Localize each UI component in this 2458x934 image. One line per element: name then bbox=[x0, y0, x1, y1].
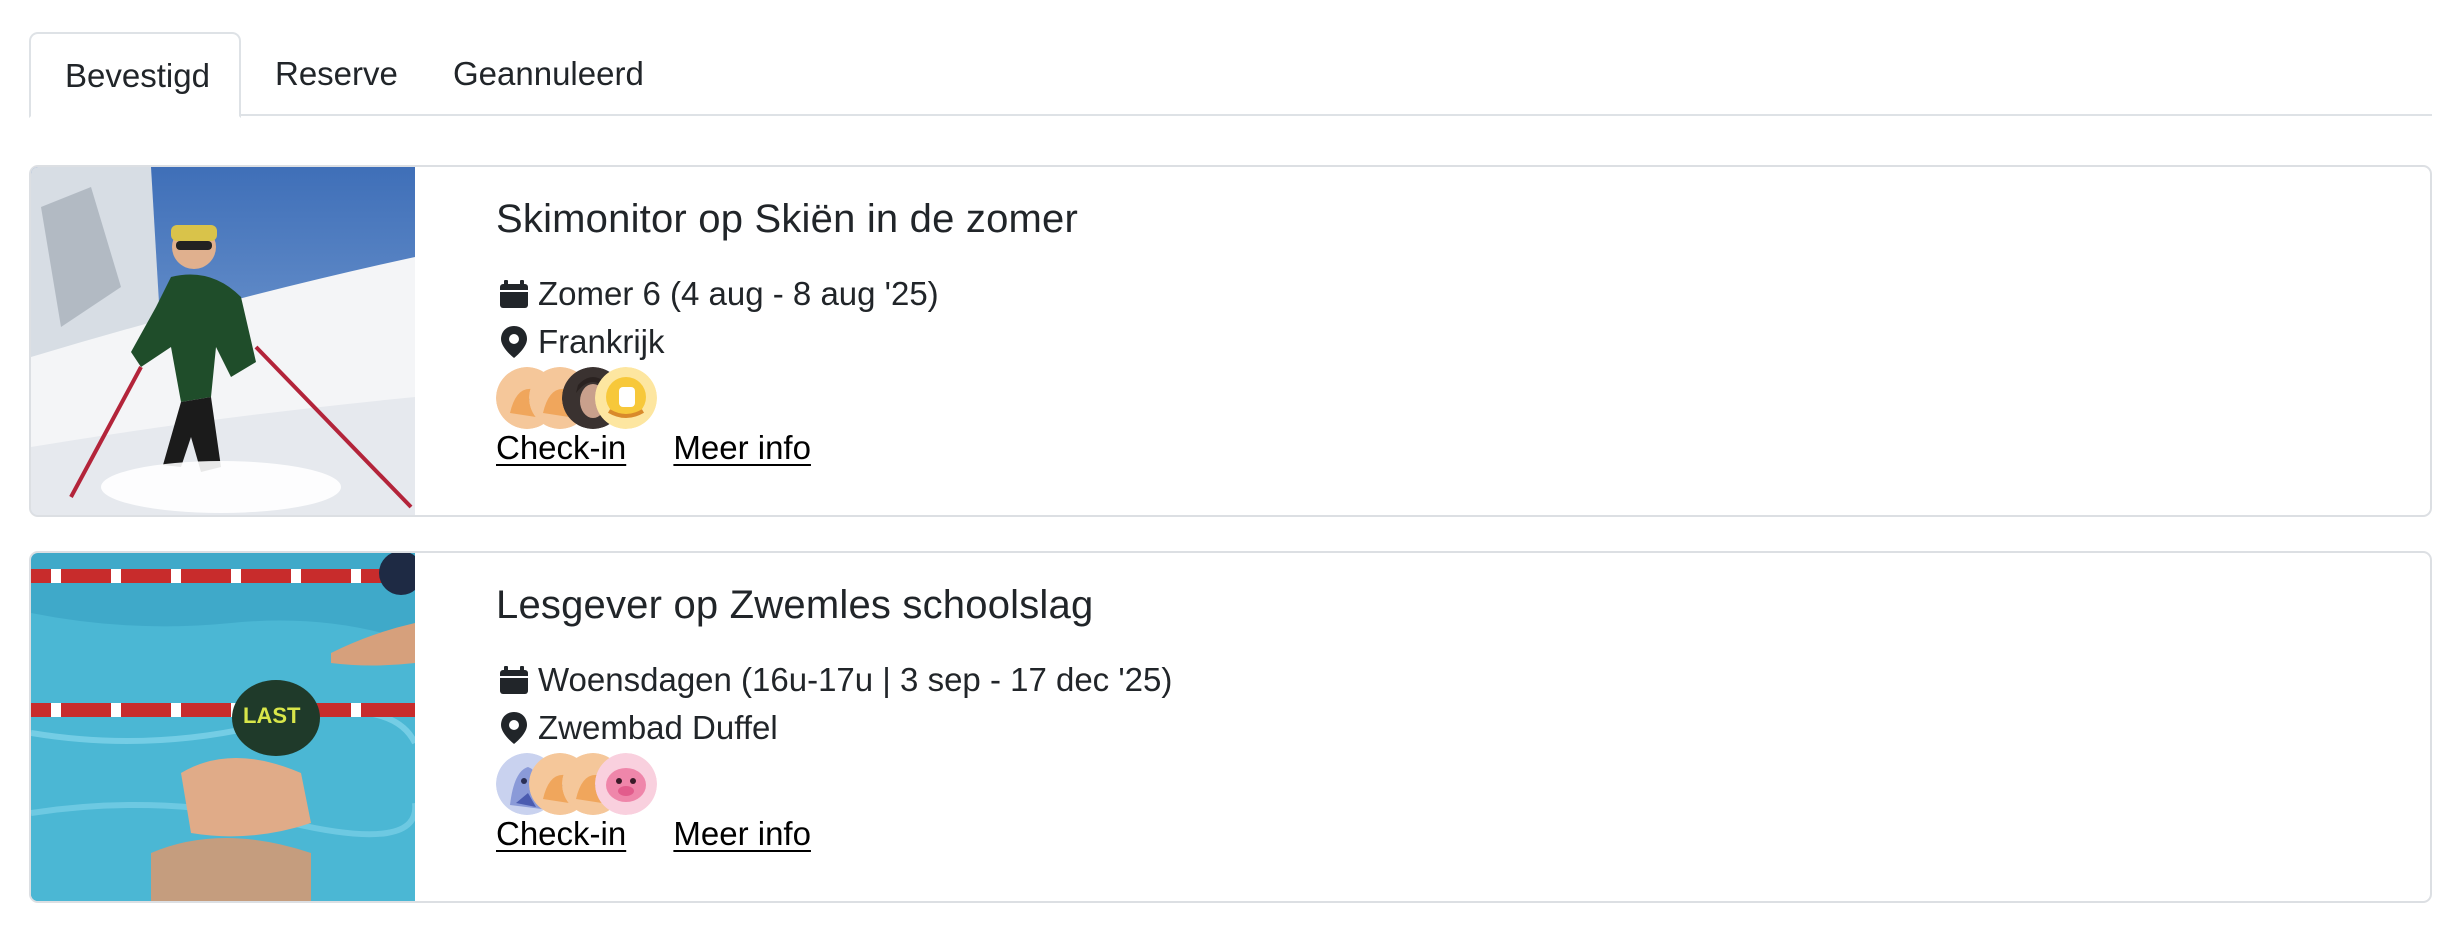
booking-location-text: Frankrijk bbox=[538, 323, 665, 360]
tab-geannuleerd[interactable]: Geannuleerd bbox=[419, 32, 678, 116]
participant-avatars bbox=[496, 367, 657, 431]
booking-card-body: Lesgever op Zwemles schoolslag Woensdage… bbox=[496, 553, 2430, 901]
more-info-link[interactable]: Meer info bbox=[673, 815, 811, 852]
more-info-link[interactable]: Meer info bbox=[673, 429, 811, 466]
booking-actions: Check-in Meer info bbox=[496, 815, 849, 853]
svg-text:LAST: LAST bbox=[243, 703, 301, 728]
booking-title: Lesgever op Zwemles schoolslag bbox=[496, 583, 1094, 627]
booking-title: Skimonitor op Skiën in de zomer bbox=[496, 197, 1079, 241]
booking-card-body: Skimonitor op Skiën in de zomer Zomer 6 … bbox=[496, 167, 2430, 515]
tab-bevestigd[interactable]: Bevestigd bbox=[29, 32, 241, 118]
booking-card: Skimonitor op Skiën in de zomer Zomer 6 … bbox=[29, 165, 2432, 517]
map-pin-icon bbox=[496, 710, 532, 746]
calendar-icon bbox=[496, 662, 532, 698]
check-in-link[interactable]: Check-in bbox=[496, 815, 626, 852]
swimmer-photo: LAST bbox=[31, 553, 415, 901]
check-in-link[interactable]: Check-in bbox=[496, 429, 626, 466]
yellow-blob-avatar bbox=[595, 367, 657, 429]
booking-card: LAST Lesgever op Zwemles schoolslag Woen… bbox=[29, 551, 2432, 903]
booking-location-text: Zwembad Duffel bbox=[538, 709, 778, 746]
skier-photo bbox=[31, 167, 415, 515]
booking-location: Frankrijk bbox=[496, 323, 665, 361]
participant-avatars bbox=[496, 753, 657, 817]
booking-date: Zomer 6 (4 aug - 8 aug '25) bbox=[496, 275, 939, 313]
booking-date: Woensdagen (16u-17u | 3 sep - 17 dec '25… bbox=[496, 661, 1172, 699]
calendar-icon bbox=[496, 276, 532, 312]
tab-reserve[interactable]: Reserve bbox=[241, 32, 432, 116]
booking-date-text: Woensdagen (16u-17u | 3 sep - 17 dec '25… bbox=[538, 661, 1173, 698]
map-pin-icon bbox=[496, 324, 532, 360]
booking-date-text: Zomer 6 (4 aug - 8 aug '25) bbox=[538, 275, 939, 312]
booking-status-tabs: Bevestigd Reserve Geannuleerd bbox=[29, 32, 2432, 118]
booking-location: Zwembad Duffel bbox=[496, 709, 778, 747]
pink-pig-avatar bbox=[595, 753, 657, 815]
booking-actions: Check-in Meer info bbox=[496, 429, 849, 467]
